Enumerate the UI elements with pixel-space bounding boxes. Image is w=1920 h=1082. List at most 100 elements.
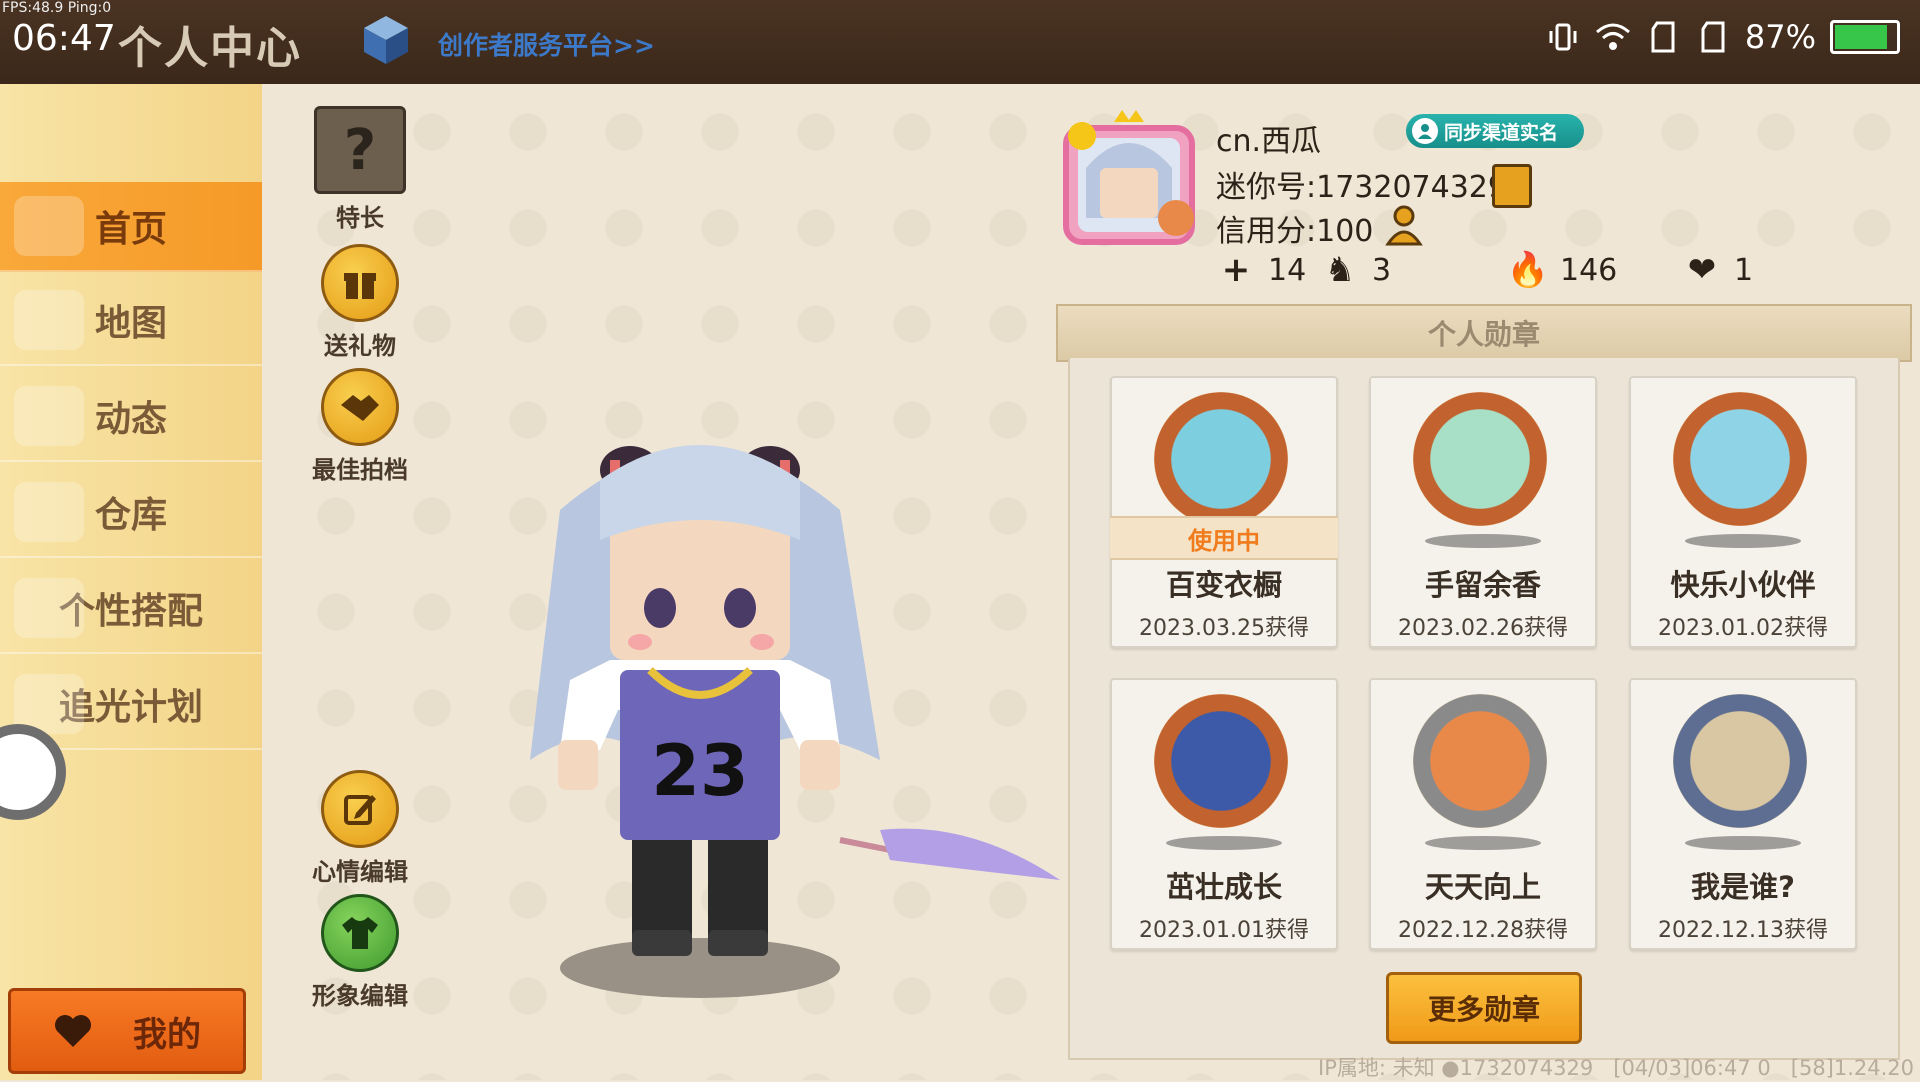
system-status-icons: 87% (1545, 18, 1900, 56)
handshake-icon (321, 368, 399, 446)
mine-button[interactable]: 我的 (8, 988, 246, 1074)
more-medals-button[interactable]: 更多勋章 (1386, 972, 1582, 1044)
fans-count: 3 (1372, 252, 1392, 288)
medal-name: 我是谁? (1691, 870, 1795, 904)
mood-edit-button[interactable]: 心情编辑 (300, 770, 420, 887)
flame-icon: 🔥 (1506, 250, 1550, 290)
creator-cube-icon[interactable] (362, 14, 410, 66)
send-gift-label: 送礼物 (324, 332, 396, 360)
info-icon: ● (1441, 1056, 1460, 1080)
likes-stat[interactable]: ❤ 1 (1682, 250, 1753, 290)
medal-badge-icon (1413, 694, 1547, 828)
nav-item-label: 动态 (94, 399, 167, 440)
medal-date: 2023.01.02获得 (1658, 616, 1828, 641)
broken-heart-icon: ❤ (1687, 250, 1717, 290)
heart-icon (55, 1015, 91, 1047)
fans-stat[interactable]: ♞ 3 (1320, 250, 1391, 290)
fps-readout: FPS:48.9 Ping:0 (2, 0, 112, 16)
best-partner-button[interactable]: 最佳拍档 (300, 368, 420, 485)
shirt-icon (321, 894, 399, 972)
top-status-bar: FPS:48.9 Ping:0 06:47 个人中心 创作者服务平台>> 87% (0, 0, 1920, 84)
user-verify-icon (1412, 118, 1438, 144)
medal-date: 2023.01.01获得 (1139, 918, 1309, 943)
fans-icon: ♞ (1324, 250, 1356, 290)
footer-version: [58]1.24.20 (1790, 1056, 1915, 1080)
nav-item-feed[interactable]: 动态 (0, 372, 262, 462)
outfit-icon (14, 578, 84, 638)
footer-time: [04/03]06:47 0 (1613, 1056, 1771, 1080)
medal-card[interactable]: 手留余香 2023.02.26获得 (1369, 376, 1597, 648)
footer-info: IP属地: 未知 ●1732074329 [04/03]06:47 0 [58]… (1318, 1052, 1914, 1082)
sim-card-icon (1645, 19, 1681, 55)
map-icon (14, 290, 84, 350)
medal-badge-icon (1673, 694, 1807, 828)
nav-item-outfit[interactable]: 个性搭配 (0, 564, 262, 654)
likes-count: 1 (1734, 252, 1754, 288)
medal-shadow (1685, 534, 1801, 548)
popularity-stat[interactable]: 🔥 146 (1506, 250, 1618, 290)
medal-card[interactable]: 快乐小伙伴 2023.01.02获得 (1629, 376, 1857, 648)
battery-icon (1830, 20, 1900, 54)
nav-item-warehouse[interactable]: 仓库 (0, 468, 262, 558)
home-icon (14, 196, 84, 256)
medal-badge-icon (1154, 694, 1288, 828)
medal-card[interactable]: 茁壮成长 2023.01.01获得 (1110, 678, 1338, 950)
popularity-count: 146 (1560, 252, 1618, 288)
copy-icon[interactable] (1492, 164, 1532, 208)
mine-label: 我的 (133, 1014, 201, 1055)
avatar-edit-label: 形象编辑 (312, 982, 408, 1010)
medal-shadow (1166, 836, 1282, 850)
nav-item-home[interactable]: 首页 (0, 182, 262, 272)
question-mark-icon: ? (314, 106, 406, 194)
medal-badge-icon (1673, 392, 1807, 526)
medal-name: 快乐小伙伴 (1670, 568, 1816, 602)
warehouse-icon (14, 482, 84, 542)
send-gift-button[interactable]: 送礼物 (300, 244, 420, 361)
avatar[interactable] (1056, 108, 1202, 248)
medal-name: 茁壮成长 (1165, 870, 1282, 904)
medal-card[interactable]: 使用中 百变衣橱 2023.03.25获得 (1110, 376, 1338, 648)
medal-name: 百变衣橱 (1165, 568, 1282, 602)
nav-item-label: 首页 (94, 209, 167, 250)
medal-badge-icon (1413, 392, 1547, 526)
nickname: cn.西瓜 (1216, 124, 1322, 159)
person-info-icon[interactable] (1384, 204, 1424, 246)
bell-icon (14, 386, 84, 446)
medal-date: 2022.12.13获得 (1658, 918, 1828, 943)
medal-shadow (1425, 534, 1541, 548)
specialty-button[interactable]: ? 特长 (300, 106, 420, 233)
sync-realname-button[interactable]: 同步渠道实名 (1406, 114, 1584, 148)
mood-edit-label: 心情编辑 (312, 858, 408, 886)
medal-date: 2023.02.26获得 (1398, 616, 1568, 641)
battery-percent: 87% (1744, 18, 1816, 56)
sync-realname-label: 同步渠道实名 (1444, 121, 1559, 144)
nav-item-map[interactable]: 地图 (0, 276, 262, 366)
medal-date: 2022.12.28获得 (1398, 918, 1568, 943)
medal-name: 天天向上 (1424, 870, 1541, 904)
mini-id: 迷你号:1732074329 (1216, 170, 1507, 205)
avatar-edit-button[interactable]: 形象编辑 (300, 894, 420, 1011)
credit-score: 信用分:100 (1216, 214, 1374, 249)
add-friend-icon: + (1221, 250, 1251, 290)
wifi-icon (1595, 19, 1631, 55)
medal-name: 手留余香 (1424, 568, 1541, 602)
medal-shadow (1425, 836, 1541, 850)
medal-card[interactable]: 我是谁? 2022.12.13获得 (1629, 678, 1857, 950)
friends-stat[interactable]: + 14 (1216, 250, 1306, 290)
specialty-label: 特长 (336, 204, 384, 232)
footer-id: 1732074329 (1459, 1056, 1594, 1080)
left-navigation: 首页 地图 动态 仓库 个性搭配 追光计划 (0, 84, 262, 1080)
svg-text:23: 23 (651, 730, 748, 812)
gift-icon (321, 244, 399, 322)
vibrate-icon (1545, 19, 1581, 55)
medal-badge-icon (1154, 392, 1288, 526)
player-character[interactable]: 23 (500, 420, 1060, 1020)
in-use-tag: 使用中 (1110, 516, 1338, 560)
best-partner-label: 最佳拍档 (312, 456, 408, 484)
medal-card[interactable]: 天天向上 2022.12.28获得 (1369, 678, 1597, 950)
page-title: 个人中心 (118, 23, 302, 74)
clock: 06:47 (12, 18, 116, 59)
creator-platform-link[interactable]: 创作者服务平台>> (438, 26, 655, 62)
edit-pencil-icon (321, 770, 399, 848)
friends-count: 14 (1268, 252, 1307, 288)
